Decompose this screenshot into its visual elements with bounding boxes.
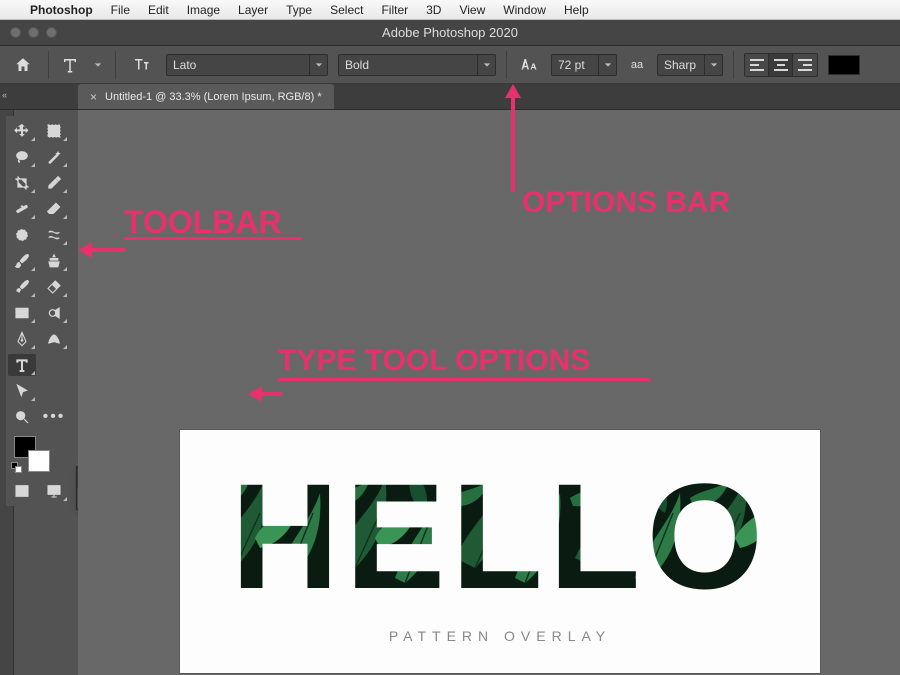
- align-center-button[interactable]: [769, 54, 793, 76]
- font-family-value: Lato: [167, 58, 202, 72]
- default-colors-icon[interactable]: [11, 462, 21, 472]
- text-orientation-toggle[interactable]: [126, 51, 156, 79]
- tool-preset-dropdown[interactable]: [91, 61, 105, 69]
- menu-view[interactable]: View: [459, 3, 485, 17]
- dodge-tool[interactable]: [40, 302, 68, 324]
- font-size-icon: [517, 51, 541, 79]
- menu-edit[interactable]: Edit: [148, 3, 169, 17]
- menu-file[interactable]: File: [111, 3, 130, 17]
- text-align-group: [744, 53, 818, 77]
- pen-tool[interactable]: [8, 328, 36, 350]
- zoom-tool[interactable]: [8, 406, 36, 428]
- foreground-background-swatches[interactable]: [8, 432, 68, 476]
- background-color-swatch[interactable]: [28, 450, 50, 472]
- options-bar: Lato Bold 72 pt aa Sharp: [0, 46, 900, 84]
- menu-image[interactable]: Image: [187, 3, 220, 17]
- window-title: Adobe Photoshop 2020: [0, 25, 900, 40]
- gradient-tool[interactable]: [40, 276, 68, 298]
- crop-tool[interactable]: [8, 172, 36, 194]
- arrowhead-left-icon: [248, 386, 262, 402]
- svg-text:HELLO: HELLO: [231, 468, 769, 618]
- screen-mode-button[interactable]: [40, 480, 68, 502]
- type-tool-icon[interactable]: [59, 51, 81, 79]
- history-brush-tool[interactable]: [8, 276, 36, 298]
- menu-type[interactable]: Type: [286, 3, 312, 17]
- path-selection-tool[interactable]: [8, 380, 36, 402]
- healing-brush-tool[interactable]: [8, 198, 36, 220]
- quick-mask-toggle[interactable]: [8, 480, 36, 502]
- separator: [48, 51, 49, 79]
- canvas-workspace[interactable]: HELLO PATTERN OVERLAY: [78, 110, 900, 675]
- document-tab-strip: × Untitled-1 @ 33.3% (Lorem Ipsum, RGB/8…: [0, 84, 900, 110]
- type-tool[interactable]: [8, 354, 36, 376]
- menu-filter[interactable]: Filter: [381, 3, 408, 17]
- window-title-bar: Adobe Photoshop 2020: [0, 20, 900, 46]
- collapse-chevron-icon[interactable]: «: [2, 90, 7, 100]
- menu-select[interactable]: Select: [330, 3, 363, 17]
- window-minimize-button[interactable]: [28, 27, 39, 38]
- arrowhead-left-icon: [78, 242, 92, 258]
- separator: [115, 51, 116, 79]
- home-button[interactable]: [8, 51, 38, 79]
- separator: [733, 51, 734, 79]
- font-style-dropdown[interactable]: Bold: [338, 54, 496, 76]
- antialias-icon: aa: [627, 51, 647, 79]
- brush-tool[interactable]: [8, 250, 36, 272]
- annotation-underline: [124, 237, 302, 240]
- frame-tool[interactable]: [8, 224, 36, 246]
- custom-shape-tool[interactable]: [40, 328, 68, 350]
- window-traffic-lights: [0, 27, 57, 38]
- menu-app-name[interactable]: Photoshop: [30, 3, 93, 17]
- align-left-button[interactable]: [745, 54, 769, 76]
- close-tab-icon[interactable]: ×: [90, 90, 97, 104]
- eraser-tool[interactable]: [40, 198, 68, 220]
- menu-3d[interactable]: 3D: [426, 3, 441, 17]
- window-close-button[interactable]: [10, 27, 21, 38]
- marquee-tool[interactable]: [40, 120, 68, 142]
- mac-menu-bar: Photoshop File Edit Image Layer Type Sel…: [0, 0, 900, 20]
- toolbar: •••: [6, 116, 68, 506]
- window-zoom-button[interactable]: [46, 27, 57, 38]
- document-tab-label: Untitled-1 @ 33.3% (Lorem Ipsum, RGB/8) …: [105, 91, 322, 103]
- artboard[interactable]: HELLO PATTERN OVERLAY: [180, 430, 820, 673]
- eyedropper-tool[interactable]: [40, 172, 68, 194]
- move-tool[interactable]: [8, 120, 36, 142]
- font-family-dropdown[interactable]: Lato: [166, 54, 328, 76]
- clone-stamp-tool[interactable]: [40, 250, 68, 272]
- font-size-dropdown[interactable]: 72 pt: [551, 54, 617, 76]
- separator: [506, 51, 507, 79]
- menu-help[interactable]: Help: [564, 3, 589, 17]
- antialias-dropdown[interactable]: Sharp: [657, 54, 723, 76]
- subtitle-text: PATTERN OVERLAY: [180, 628, 820, 644]
- rectangle-tool[interactable]: [8, 302, 36, 324]
- font-style-value: Bold: [339, 58, 375, 72]
- annotation-underline: [278, 378, 650, 381]
- lasso-tool[interactable]: [8, 146, 36, 168]
- content-aware-move-tool[interactable]: [40, 224, 68, 246]
- align-right-button[interactable]: [793, 54, 817, 76]
- edit-toolbar-button[interactable]: •••: [40, 406, 68, 428]
- menu-window[interactable]: Window: [503, 3, 546, 17]
- antialias-value: Sharp: [658, 58, 702, 72]
- arrowhead-up-icon: [505, 84, 521, 98]
- magic-wand-tool[interactable]: [40, 146, 68, 168]
- document-tab[interactable]: × Untitled-1 @ 33.3% (Lorem Ipsum, RGB/8…: [78, 84, 334, 109]
- font-size-value: 72 pt: [552, 58, 591, 72]
- menu-layer[interactable]: Layer: [238, 3, 268, 17]
- text-color-swatch[interactable]: [828, 55, 860, 75]
- hello-text-layer[interactable]: HELLO: [180, 468, 820, 623]
